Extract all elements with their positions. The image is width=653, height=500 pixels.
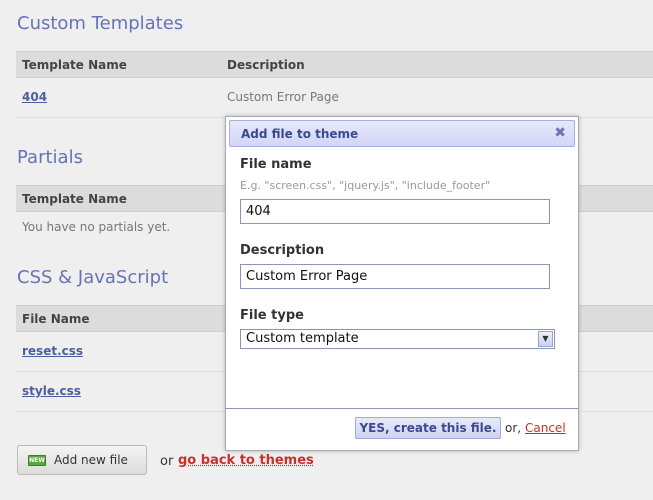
file-name-hint: E.g. "screen.css", "jquery.js", "include… xyxy=(240,179,491,192)
empty-partials-text: You have no partials yet. xyxy=(22,220,171,234)
or-text: or, xyxy=(505,421,522,435)
custom-templates-table: Template Name Description 404 Custom Err… xyxy=(16,51,653,118)
file-type-select[interactable]: Custom template ▼ xyxy=(240,329,555,349)
close-icon[interactable]: ✖ xyxy=(554,125,566,141)
or-text: or xyxy=(160,454,174,469)
file-name-input[interactable] xyxy=(240,199,550,224)
column-header-file-name: File Name xyxy=(22,312,90,326)
file-type-selected-value: Custom template xyxy=(246,331,359,346)
table-row: 404 Custom Error Page xyxy=(16,78,653,118)
partials-title: Partials xyxy=(17,147,83,168)
description-input[interactable] xyxy=(240,264,550,289)
template-link-404[interactable]: 404 xyxy=(22,90,47,104)
chevron-down-icon[interactable]: ▼ xyxy=(538,331,553,347)
back-to-themes-link[interactable]: go back to themes xyxy=(178,453,314,468)
file-link-reset-css[interactable]: reset.css xyxy=(22,344,83,358)
template-description: Custom Error Page xyxy=(227,90,339,104)
dialog-title-bar: Add file to theme ✖ xyxy=(229,120,575,147)
column-header-template-name: Template Name xyxy=(22,58,127,72)
cancel-link[interactable]: Cancel xyxy=(525,421,566,435)
new-badge-icon: NEW xyxy=(28,454,46,466)
column-header-template-name: Template Name xyxy=(22,192,127,206)
custom-templates-title: Custom Templates xyxy=(17,13,184,34)
file-type-label: File type xyxy=(240,308,304,323)
create-file-button[interactable]: YES, create this file. xyxy=(355,417,501,439)
add-new-file-label: Add new file xyxy=(54,453,128,467)
dialog-title: Add file to theme xyxy=(241,127,359,141)
add-file-dialog: Add file to theme ✖ File name E.g. "scre… xyxy=(225,116,579,451)
add-new-file-button[interactable]: NEW Add new file xyxy=(17,445,147,475)
description-label: Description xyxy=(240,243,325,258)
css-js-title: CSS & JavaScript xyxy=(17,267,169,288)
column-header-description: Description xyxy=(227,58,305,72)
file-link-style-css[interactable]: style.css xyxy=(22,384,81,398)
file-name-label: File name xyxy=(240,157,312,172)
table-header: Template Name Description xyxy=(16,51,653,78)
dialog-footer: YES, create this file. or, Cancel xyxy=(226,408,578,450)
